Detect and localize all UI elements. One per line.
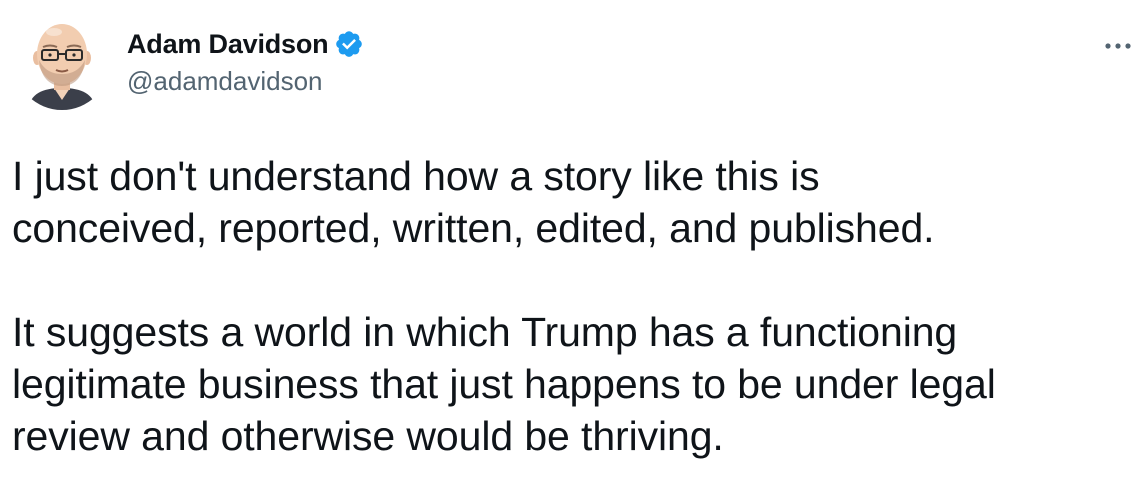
tweet-card: Adam Davidson @adamdavidson I just don't… [0,0,1146,492]
tweet-text: I just don't understand how a story like… [12,150,1142,462]
tweet-paragraph-1: I just don't understand how a story like… [12,153,935,251]
verified-badge-icon [334,29,364,59]
tweet-paragraph-2: It suggests a world in which Trump has a… [12,309,996,459]
display-name[interactable]: Adam Davidson [127,29,329,60]
author-block: Adam Davidson @adamdavidson [127,26,364,97]
avatar[interactable] [14,14,110,110]
bald-man-glasses-avatar-icon [14,14,110,110]
name-row: Adam Davidson [127,26,364,62]
more-options-button[interactable] [1098,34,1138,58]
handle[interactable]: @adamdavidson [127,66,364,97]
more-options-icon [1105,43,1131,49]
